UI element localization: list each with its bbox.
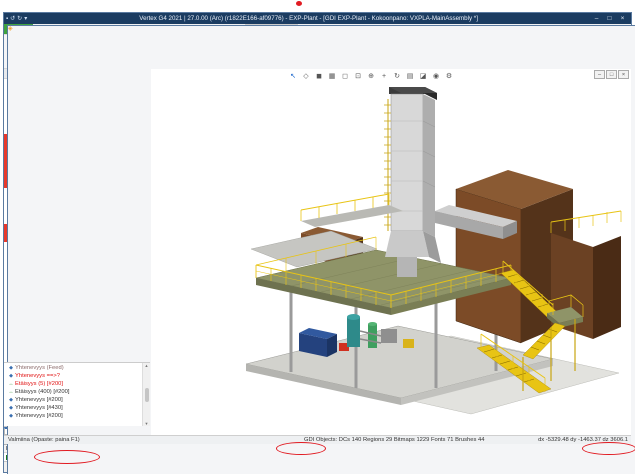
scroll-up-icon[interactable]: ▲ xyxy=(145,363,149,368)
mate-constraint-icon: ◆ xyxy=(7,413,15,419)
constraint-label: Yhtenevyys ==>? xyxy=(15,373,60,379)
constraint-label: Yhtenevyys [#200] xyxy=(15,397,63,403)
orbit-icon[interactable]: ↻ xyxy=(391,70,403,81)
constraint-item[interactable]: ◆Yhtenevyys [#200] xyxy=(4,396,142,404)
constraints-scrollbar[interactable]: ▲ ▼ xyxy=(142,363,150,426)
close-button[interactable]: × xyxy=(616,14,629,24)
render-icon[interactable]: ◉ xyxy=(430,70,442,81)
views-icon[interactable]: ▤ xyxy=(404,70,416,81)
zoom-area-icon[interactable]: ⊕ xyxy=(365,70,377,81)
constraint-item[interactable]: ↔Etäisyys (400) [#200] xyxy=(4,388,142,396)
scroll-down-icon[interactable]: ▼ xyxy=(145,421,149,426)
vertex-g4-window: ◈▪↺↻▾ Vertex G4 2021 | 27.0.00 (Arc) (r1… xyxy=(3,12,632,473)
mate-constraint-icon: ◆ xyxy=(7,397,15,403)
maximize-button[interactable]: □ xyxy=(603,14,616,24)
viewport-maximize-button[interactable]: □ xyxy=(606,70,617,79)
constraint-label: Etäisyys (5) [#200] xyxy=(15,381,63,387)
quick-access-toolbar: ◈▪↺↻▾ xyxy=(6,16,27,22)
zoom-fit-icon[interactable]: ⊡ xyxy=(352,70,364,81)
distance-constraint-icon: ↔ xyxy=(7,389,15,395)
select-icon[interactable]: ↖ xyxy=(287,70,299,81)
pan-icon[interactable]: + xyxy=(378,70,390,81)
constraint-label: Yhtenevyys [#430] xyxy=(15,405,63,411)
section-icon[interactable]: ◪ xyxy=(417,70,429,81)
constraints-list: ◆Yhtenevyys (Feed)◆Yhtenevyys ==>?↔Etäis… xyxy=(4,364,142,426)
status-bar: Valmiina (Opaste: paina F1) GDI Objects:… xyxy=(4,435,631,444)
window-controls: – □ × xyxy=(590,14,629,24)
mate-constraint-icon: ◆ xyxy=(7,365,15,371)
wireframe-icon[interactable]: ▦ xyxy=(326,70,338,81)
viewport-close-button[interactable]: × xyxy=(618,70,629,79)
constraint-item[interactable]: ◆Yhtenevyys (Feed) xyxy=(4,364,142,372)
shaded-icon[interactable]: ◼ xyxy=(313,70,325,81)
constraint-item[interactable]: ◆Yhtenevyys [#430] xyxy=(4,404,142,412)
mate-constraint-icon: ◆ xyxy=(7,373,15,379)
titlebar: ◈▪↺↻▾ Vertex G4 2021 | 27.0.00 (Arc) (r1… xyxy=(4,13,631,24)
constraint-item[interactable]: ◆Yhtenevyys ==>? xyxy=(4,372,142,380)
status-gdi-objects: GDI Objects: DCs 140 Regions 29 Bitmaps … xyxy=(304,436,484,445)
settings-icon[interactable]: ⚙ xyxy=(443,70,455,81)
scroll-thumb[interactable] xyxy=(145,388,149,402)
plant-3d-model[interactable] xyxy=(151,81,631,435)
constraint-label: Yhtenevyys [#200] xyxy=(15,413,63,419)
window-title: Vertex G4 2021 | 27.0.00 (Arc) (r1822E16… xyxy=(27,15,590,22)
viewport-toolbar: ↖◇◼▦◻⊡⊕+↻▤◪◉⚙ xyxy=(151,70,591,82)
undo-icon[interactable]: ↺ xyxy=(10,16,15,22)
constraint-label: Etäisyys (400) [#200] xyxy=(15,389,69,395)
viewport-window-controls: – □ × xyxy=(594,70,629,79)
constraint-item[interactable]: ↔Etäisyys (5) [#200] xyxy=(4,380,142,388)
constraint-item[interactable]: ◆Yhtenevyys [#200] xyxy=(4,412,142,420)
viewport-minimize-button[interactable]: – xyxy=(594,70,605,79)
save-icon[interactable]: ▪ xyxy=(6,16,8,22)
red-dot-annotation xyxy=(296,1,302,6)
distance-constraint-icon: ↔ xyxy=(7,381,15,387)
constraint-label: Yhtenevyys (Feed) xyxy=(15,365,64,371)
model-chimney[interactable] xyxy=(384,87,441,277)
mate-constraint-icon: ◆ xyxy=(7,405,15,411)
status-ready-text: Valmiina (Opaste: paina F1) xyxy=(8,436,80,445)
3d-viewport[interactable]: ↖◇◼▦◻⊡⊕+↻▤◪◉⚙ – □ × xyxy=(151,69,631,435)
constraints-panel: ◆Yhtenevyys (Feed)◆Yhtenevyys ==>?↔Etäis… xyxy=(4,362,150,426)
plane-icon[interactable]: ◇ xyxy=(300,70,312,81)
minimize-button[interactable]: – xyxy=(590,14,603,24)
status-coordinates: dx -5329.48 dy -1463.37 dz 3606.1 xyxy=(538,436,628,445)
hidden-line-icon[interactable]: ◻ xyxy=(339,70,351,81)
redo-icon[interactable]: ↻ xyxy=(17,16,22,22)
